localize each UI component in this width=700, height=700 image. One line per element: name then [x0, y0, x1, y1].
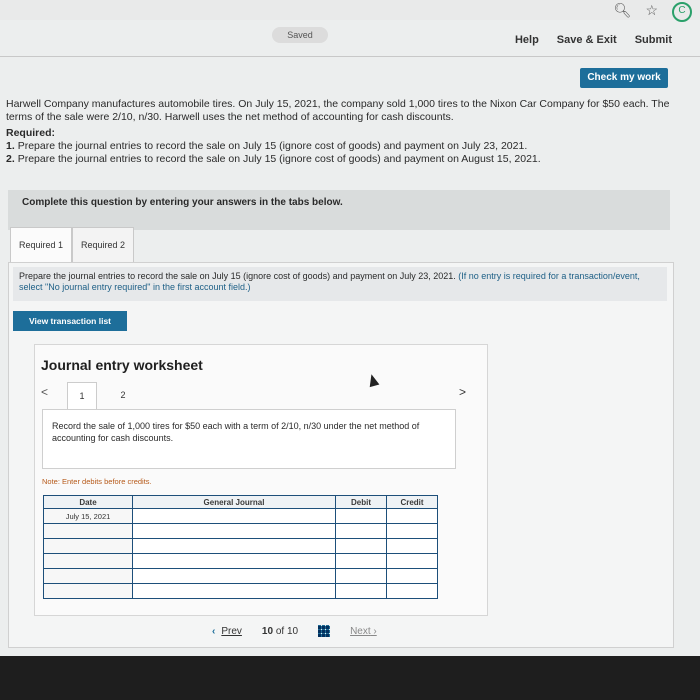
debit-cell[interactable]: [335, 523, 387, 539]
chevron-right-icon[interactable]: >: [459, 385, 466, 399]
journal-table: Date General Journal Debit Credit July 1…: [43, 495, 438, 599]
required-2-number: 2.: [6, 153, 15, 165]
table-row: July 15, 2021: [43, 508, 438, 524]
extension-icon[interactable]: C: [672, 2, 692, 22]
current-page: 10: [261, 625, 274, 637]
tab-required-2[interactable]: Required 2: [72, 227, 135, 263]
worksheet-title: Journal entry worksheet: [41, 357, 203, 373]
browser-icons: 🔍︎ ☆ C: [614, 2, 692, 22]
help-link[interactable]: Help: [515, 34, 539, 46]
account-cell[interactable]: [132, 523, 336, 539]
date-cell[interactable]: [43, 538, 133, 554]
credit-cell[interactable]: [386, 523, 438, 539]
debit-cell[interactable]: [335, 508, 387, 524]
save-exit-link[interactable]: Save & Exit: [557, 34, 617, 46]
journal-entry-worksheet: Journal entry worksheet < 1 2 > Record t…: [34, 344, 488, 616]
table-row: [43, 538, 438, 554]
credit-cell[interactable]: [386, 553, 438, 569]
debit-cell[interactable]: [335, 583, 387, 599]
bottom-bezel: [0, 656, 700, 700]
credit-cell[interactable]: [386, 508, 438, 524]
complete-question-bar: Complete this question by entering your …: [8, 190, 670, 230]
table-row: [43, 583, 438, 599]
page-count: 10 of 10: [262, 626, 298, 637]
submit-link[interactable]: Submit: [635, 34, 672, 46]
date-column-header: Date: [43, 495, 133, 509]
debit-cell[interactable]: [335, 568, 387, 584]
date-cell[interactable]: [43, 583, 133, 599]
question-pager: ‹ Prev 10 of 10 Next ›: [212, 625, 377, 637]
account-cell[interactable]: [132, 553, 336, 569]
header-divider: [0, 56, 700, 57]
required-2: 2. Prepare the journal entries to record…: [6, 153, 686, 166]
page-of: of: [275, 625, 285, 637]
required-heading: Required:: [6, 127, 56, 139]
complete-question-text: Complete this question by entering your …: [22, 197, 343, 208]
date-cell[interactable]: [43, 568, 133, 584]
credit-cell[interactable]: [386, 583, 438, 599]
debit-column-header: Debit: [335, 495, 387, 509]
account-cell[interactable]: [132, 508, 336, 524]
chevron-left-icon: ‹: [212, 625, 216, 637]
tab-required-1[interactable]: Required 1: [10, 227, 73, 263]
required-1-text: Prepare the journal entries to record th…: [17, 140, 528, 152]
search-icon[interactable]: 🔍︎: [614, 2, 632, 22]
instruction-text: Prepare the journal entries to record th…: [19, 271, 456, 281]
table-row: [43, 568, 438, 584]
account-cell[interactable]: [132, 538, 336, 554]
required-tabs: Required 1 Required 2: [10, 227, 135, 263]
star-icon[interactable]: ☆: [645, 2, 658, 22]
total-pages: 10: [286, 625, 299, 637]
table-row: [43, 553, 438, 569]
account-cell[interactable]: [132, 583, 336, 599]
check-my-work-button[interactable]: Check my work: [580, 68, 668, 88]
debits-note: Note: Enter debits before credits.: [42, 477, 152, 486]
debit-cell[interactable]: [335, 538, 387, 554]
date-cell[interactable]: July 15, 2021: [43, 508, 133, 524]
next-button[interactable]: Next ›: [350, 626, 377, 637]
top-links: Help Save & Exit Submit: [515, 34, 672, 46]
account-cell[interactable]: [132, 568, 336, 584]
question-panel: Prepare the journal entries to record th…: [8, 262, 674, 648]
required-section: Required: 1. Prepare the journal entries…: [6, 127, 686, 166]
view-transaction-list-button[interactable]: View transaction list: [13, 311, 127, 331]
credit-cell[interactable]: [386, 538, 438, 554]
journal-column-header: General Journal: [132, 495, 336, 509]
debit-cell[interactable]: [335, 553, 387, 569]
next-label: Next: [350, 625, 371, 637]
browser-top-strip: 🔍︎ ☆ C: [0, 0, 700, 22]
prev-button[interactable]: ‹ Prev: [212, 626, 242, 637]
problem-intro: Harwell Company manufactures automobile …: [6, 98, 670, 123]
saved-status: Saved: [272, 27, 328, 43]
required-2-text: Prepare the journal entries to record th…: [17, 153, 541, 165]
prev-label: Prev: [221, 625, 242, 637]
date-cell[interactable]: [43, 523, 133, 539]
required-1-number: 1.: [6, 140, 15, 152]
worksheet-tab-2[interactable]: 2: [109, 382, 137, 408]
instruction-box: Prepare the journal entries to record th…: [13, 267, 667, 301]
table-row: [43, 523, 438, 539]
transaction-description: Record the sale of 1,000 tires for $50 e…: [42, 409, 456, 469]
credit-column-header: Credit: [386, 495, 438, 509]
required-1: 1. Prepare the journal entries to record…: [6, 140, 686, 153]
worksheet-tab-1[interactable]: 1: [67, 382, 97, 410]
grid-icon[interactable]: [318, 625, 331, 637]
credit-cell[interactable]: [386, 568, 438, 584]
chevron-left-icon[interactable]: <: [41, 385, 48, 399]
date-cell[interactable]: [43, 553, 133, 569]
